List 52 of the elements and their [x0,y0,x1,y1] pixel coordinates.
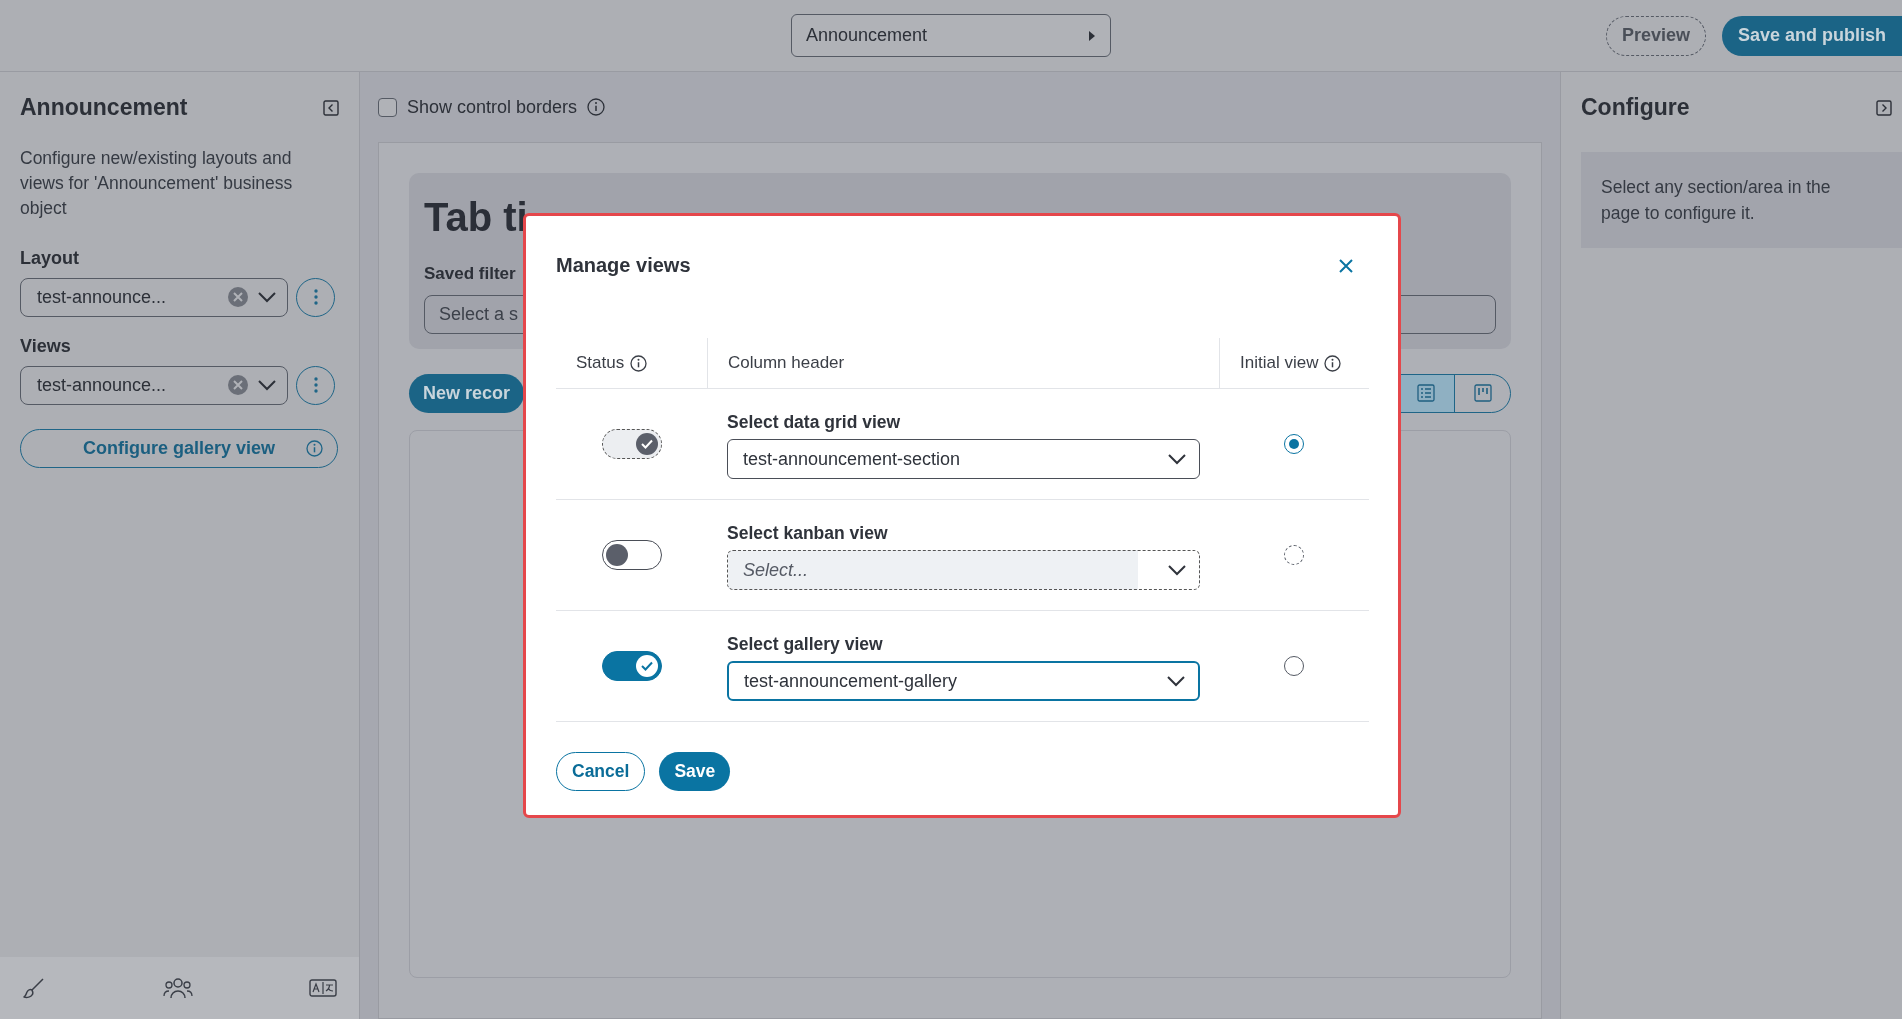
field-label: Select gallery view [727,632,883,656]
save-button[interactable]: Save [659,752,731,791]
info-icon [1324,354,1342,372]
dropdown-field[interactable]: test-announcement-section [727,439,1200,480]
view-toggle-option[interactable] [1398,374,1454,412]
expand-panel-icon[interactable] [1876,99,1892,116]
toggle-switch[interactable] [601,651,662,681]
column-header: Column header [728,352,845,375]
kebab-icon [313,377,318,394]
translate-icon[interactable] [309,979,337,997]
field-label: Select data grid view [727,410,901,434]
radio-button[interactable] [1284,656,1304,676]
info-icon [306,439,323,457]
field-label: Select kanban view [727,521,888,545]
chevron-down-icon[interactable] [1167,453,1187,466]
publish-button[interactable]: Save and publish [1721,15,1902,56]
dropdown-field: Select... [727,550,1200,591]
chevron-down-icon[interactable] [257,291,277,304]
new-record-button[interactable]: New recor [409,373,525,413]
info-icon [630,354,648,372]
kanban-view-icon [1473,384,1492,402]
check-icon [640,439,653,449]
info-icon [587,98,606,116]
dropdown-field[interactable]: test-announcement-gallery [727,661,1200,702]
check-icon [640,661,653,671]
hint-text: Select any section/area in the page to configure it. [1581,151,1902,248]
panel-description: Configure new/existing layouts and views for 'Announcement' business object [20,146,294,220]
object-selector[interactable]: Announcement [791,14,1111,57]
brush-icon[interactable] [22,976,46,1000]
dropdown-field[interactable]: test-announce... [20,365,288,405]
caret-right-icon [1088,30,1096,41]
kebab-icon [313,289,318,306]
checkbox-label: Show control borders [407,95,578,119]
radio-button[interactable] [1284,434,1304,454]
field-label: Layout [20,246,80,270]
checkbox[interactable] [378,97,397,117]
column-header: Status [576,352,625,375]
collapse-panel-icon[interactable] [323,99,339,116]
field-label: Saved filter [424,263,516,285]
dialog-title: Manage views [556,253,691,277]
panel-title: Announcement [20,94,188,122]
chevron-down-icon[interactable] [257,379,277,392]
people-icon[interactable] [162,976,193,1000]
dropdown-field[interactable]: test-announce... [20,277,288,317]
chevron-down-icon[interactable] [1166,675,1186,688]
toggle-switch[interactable] [601,540,662,570]
panel-title: Configure [1581,94,1690,122]
list-view-icon [1417,384,1435,402]
close-icon [1338,257,1354,274]
field-label: Views [20,334,72,358]
column-header: Initial view [1240,352,1319,375]
cancel-button[interactable]: Cancel [556,752,646,791]
